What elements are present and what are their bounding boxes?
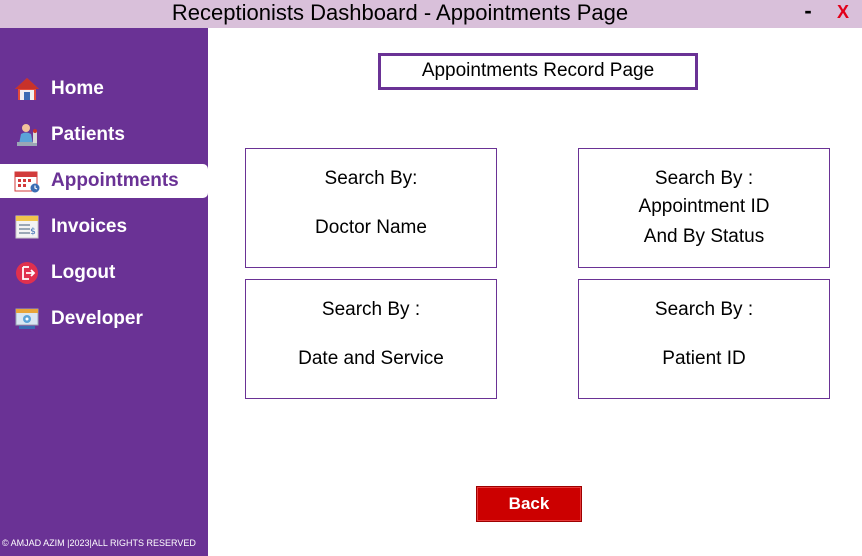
card-heading: Search By : (654, 168, 754, 189)
invoice-icon: $ (14, 215, 40, 239)
card-label-secondary: And By Status (643, 226, 765, 247)
card-heading: Search By : (321, 299, 421, 320)
calendar-icon (14, 169, 40, 193)
home-icon (14, 77, 40, 101)
title-bar: Receptionists Dashboard - Appointments P… (0, 0, 862, 28)
page-title: Appointments Record Page (378, 53, 698, 90)
sidebar-item-label: Patients (51, 124, 125, 145)
sidebar-item-logout[interactable]: Logout (0, 256, 208, 290)
card-heading: Search By: (324, 168, 418, 189)
sidebar-item-developer[interactable]: Developer (0, 302, 208, 336)
card-heading: Search By : (654, 299, 754, 320)
svg-text:$: $ (30, 227, 36, 237)
card-label: Date and Service (298, 348, 444, 369)
card-label: Patient ID (662, 348, 746, 369)
search-by-date-card[interactable]: Search By : Date and Service (245, 279, 497, 399)
card-label: Appointment ID (638, 196, 770, 217)
sidebar-item-label: Appointments (51, 170, 179, 191)
sidebar-item-appointments[interactable]: Appointments (0, 164, 208, 198)
close-button[interactable]: X (834, 2, 852, 24)
sidebar (0, 28, 208, 556)
search-by-doctor-card[interactable]: Search By: Doctor Name (245, 148, 497, 268)
sidebar-item-label: Home (51, 78, 104, 99)
sidebar-item-label: Developer (51, 308, 143, 329)
sidebar-item-label: Invoices (51, 216, 128, 237)
search-by-patient-card[interactable]: Search By : Patient ID (578, 279, 830, 399)
sidebar-item-label: Logout (51, 262, 116, 283)
patients-icon (14, 123, 40, 147)
copyright-footer: © AMJAD AZIM |2023|ALL RIGHTS RESERVED (2, 538, 196, 548)
minimize-button[interactable]: - (800, 0, 816, 24)
developer-icon (14, 307, 40, 331)
logout-icon (14, 261, 40, 285)
window-title: Receptionists Dashboard - Appointments P… (171, 0, 629, 25)
back-button[interactable]: Back (476, 486, 582, 522)
sidebar-item-patients[interactable]: Patients (0, 118, 208, 152)
sidebar-item-invoices[interactable]: $ Invoices (0, 210, 208, 244)
sidebar-item-home[interactable]: Home (0, 72, 208, 106)
card-label: Doctor Name (315, 217, 427, 238)
search-by-appointment-card[interactable]: Search By : Appointment ID And By Status (578, 148, 830, 268)
